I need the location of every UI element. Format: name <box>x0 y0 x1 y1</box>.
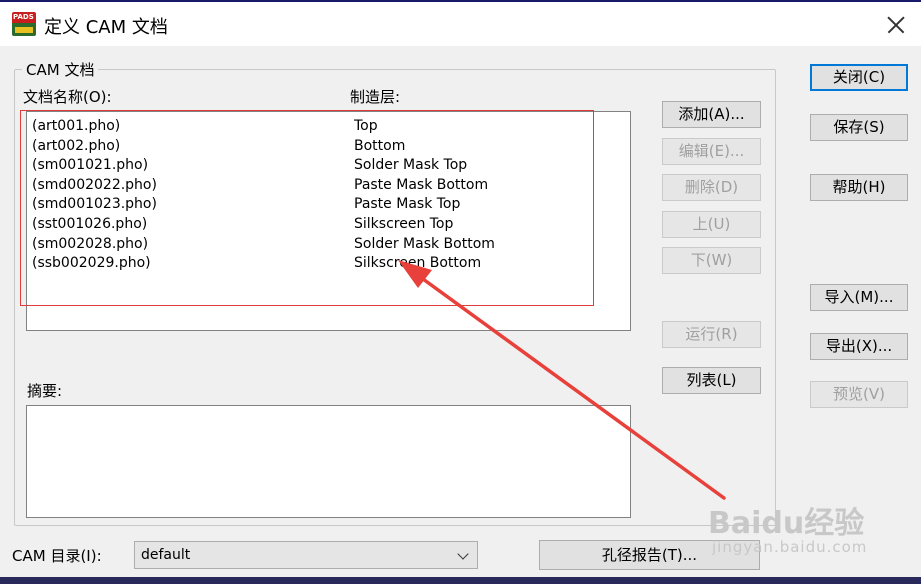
document-list[interactable]: (art001.pho) Top (art002.pho) Bottom (sm0010… <box>26 111 631 331</box>
list-button[interactable]: 列表(L) <box>662 367 761 394</box>
preview-button[interactable]: 预览(V) <box>810 381 908 408</box>
document-layer: Silkscreen Top <box>354 216 454 232</box>
window-title: 定义 CAM 文档 <box>44 17 168 38</box>
document-name: (sm002028.pho) <box>32 235 149 252</box>
document-name: (art001.pho) <box>32 118 121 134</box>
list-item[interactable]: (smd001023.pho) Paste Mask Top <box>27 195 627 215</box>
title-bar: PADS 定义 CAM 文档 <box>0 2 921 46</box>
list-item[interactable]: (smd002022.pho) Paste Mask Bottom <box>27 176 627 196</box>
save-button[interactable]: 保存(S) <box>810 114 908 141</box>
list-item[interactable]: (sm002028.pho) Solder Mask Bottom <box>27 235 627 255</box>
run-button[interactable]: 运行(R) <box>662 321 761 348</box>
app-icon-text: PADS <box>13 13 34 21</box>
up-button[interactable]: 上(U) <box>662 211 761 238</box>
document-layer: Solder Mask Top <box>354 157 468 174</box>
document-name: (sst001026.pho) <box>32 216 148 232</box>
chevron-down-icon <box>457 548 469 560</box>
watermark-brand: Baidu经验 <box>708 506 865 541</box>
list-item[interactable]: (sm001021.pho) Solder Mask Top <box>27 156 627 176</box>
document-layer: Top <box>354 118 378 134</box>
document-layer: Bottom <box>354 137 406 154</box>
cam-directory-value: default <box>141 547 191 563</box>
import-button[interactable]: 导入(M)... <box>810 284 908 311</box>
doc-name-header: 文档名称(O): <box>23 88 112 106</box>
down-button[interactable]: 下(W) <box>662 247 761 274</box>
document-name: (art002.pho) <box>32 137 121 154</box>
document-layer: Paste Mask Top <box>354 196 461 213</box>
edit-button[interactable]: 编辑(E)... <box>662 138 761 165</box>
list-item[interactable]: (art002.pho) Bottom <box>27 137 627 157</box>
summary-textarea[interactable] <box>26 405 631 518</box>
cam-directory-label: CAM 目录(I): <box>12 547 102 565</box>
export-button[interactable]: 导出(X)... <box>810 333 908 360</box>
document-layer: Solder Mask Bottom <box>354 235 495 252</box>
group-label: CAM 文档 <box>22 59 99 80</box>
list-item[interactable]: (ssb002029.pho) Silkscreen Bottom <box>27 254 627 274</box>
document-layer: Paste Mask Bottom <box>354 176 489 193</box>
document-name: (smd002022.pho) <box>32 176 157 193</box>
list-item[interactable]: (sst001026.pho) Silkscreen Top <box>27 215 627 235</box>
document-layer: Silkscreen Bottom <box>354 255 482 272</box>
document-name: (sm001021.pho) <box>32 157 149 174</box>
pads-app-icon: PADS <box>12 12 36 36</box>
close-button[interactable]: 关闭(C) <box>810 64 908 91</box>
document-name: (ssb002029.pho) <box>32 255 151 272</box>
add-button[interactable]: 添加(A)... <box>662 101 761 128</box>
cam-directory-select[interactable]: default <box>134 541 478 569</box>
document-name: (smd001023.pho) <box>32 196 157 213</box>
close-icon[interactable] <box>880 8 916 42</box>
screen-edge-bottom <box>0 577 921 584</box>
summary-label: 摘要: <box>27 382 63 400</box>
list-item[interactable]: (art001.pho) Top <box>27 117 627 137</box>
help-button[interactable]: 帮助(H) <box>810 174 908 201</box>
layer-header: 制造层: <box>350 88 401 106</box>
watermark-url: jingyan.baidu.com <box>712 538 868 556</box>
baidu-watermark: Baidu经验 jingyan.baidu.com <box>708 498 866 556</box>
delete-button[interactable]: 删除(D) <box>662 174 761 201</box>
